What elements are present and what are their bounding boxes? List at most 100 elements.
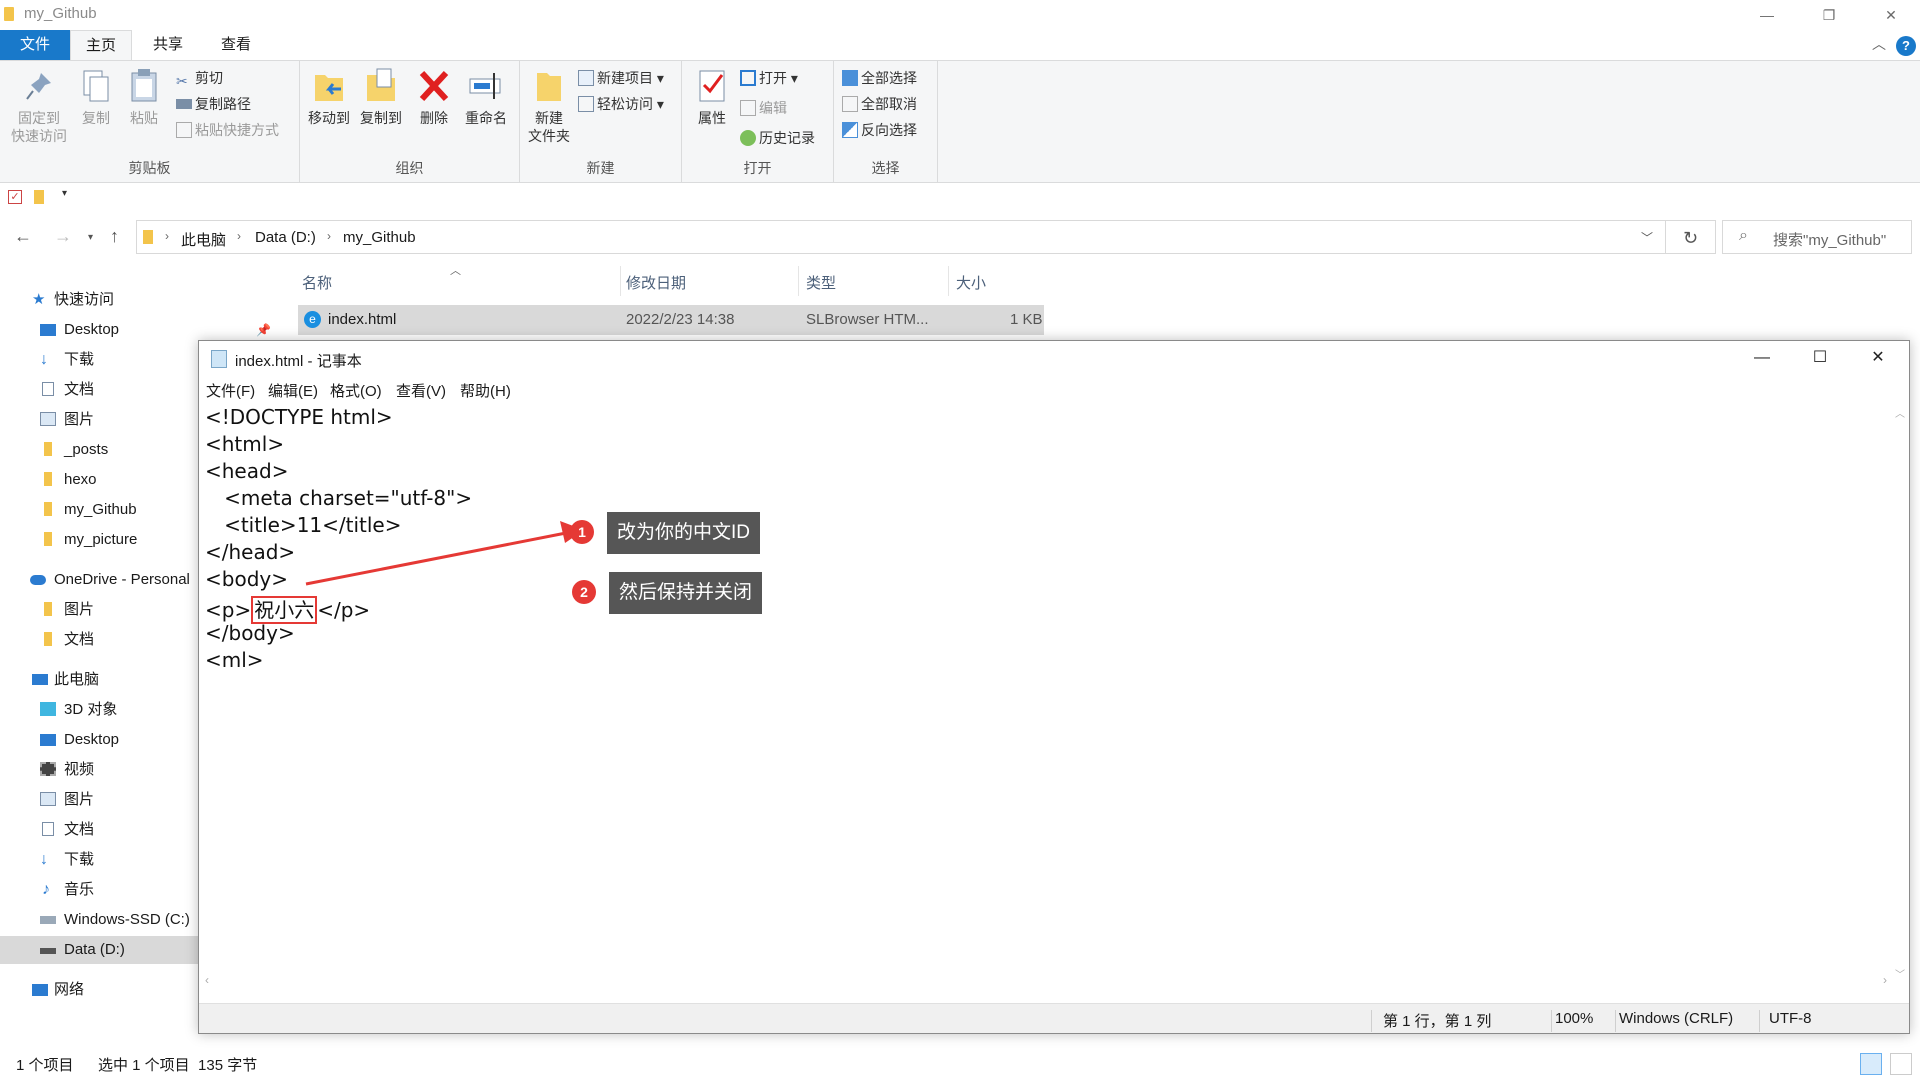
nav-videos[interactable]: 视频 [0, 756, 198, 784]
delete-x-icon [419, 70, 449, 102]
paste-shortcut-button[interactable]: 粘贴快捷方式 [176, 119, 279, 141]
nav-item-my-github[interactable]: my_Github [0, 496, 198, 524]
nav-pc-documents[interactable]: 文档 [0, 816, 198, 844]
column-name[interactable]: 名称 [302, 272, 332, 293]
notepad-close-button[interactable]: ✕ [1849, 341, 1907, 375]
scroll-left-icon[interactable]: ‹ [205, 973, 209, 987]
select-none-icon [842, 96, 858, 112]
restore-button[interactable]: ❐ [1806, 0, 1852, 30]
move-to-button[interactable]: 移动到 [304, 67, 354, 127]
collapse-ribbon-icon[interactable]: ︿ [1872, 34, 1886, 54]
nav-this-pc[interactable]: 此电脑 [0, 666, 198, 694]
nav-item-desktop[interactable]: Desktop 📌 [0, 316, 271, 344]
nav-drive-d[interactable]: Data (D:) [0, 936, 198, 964]
breadcrumb-my-github[interactable]: my_Github [343, 229, 416, 246]
column-type[interactable]: 类型 [806, 272, 836, 293]
menu-view[interactable]: 查看(V) [396, 380, 446, 401]
column-divider[interactable] [798, 266, 799, 296]
open-button[interactable]: 打开 ▾ [740, 67, 798, 89]
column-date[interactable]: 修改日期 [626, 272, 686, 293]
select-none-label: 全部取消 [861, 96, 917, 112]
new-item-button[interactable]: 新建项目 ▾ [578, 67, 664, 89]
nav-item-hexo[interactable]: hexo [0, 466, 198, 494]
selection-info: 选中 1 个项目 135 字节 [98, 1057, 258, 1074]
refresh-button[interactable]: ↻ [1666, 220, 1716, 254]
delete-button[interactable]: 删除 [414, 67, 454, 127]
annotation-callout-2: 然后保持并关闭 [609, 572, 763, 614]
back-arrow-icon[interactable]: ← [14, 226, 32, 247]
recent-locations-icon[interactable]: ▾ [88, 232, 93, 243]
edit-button[interactable]: 编辑 [740, 97, 787, 119]
address-bar[interactable]: › 此电脑 › Data (D:) › my_Github ﹀ [136, 220, 1666, 254]
cut-button[interactable]: ✂ 剪切 [176, 67, 223, 89]
copy-path-button[interactable]: 复制路径 [176, 93, 251, 115]
notepad-minimize-button[interactable]: — [1733, 341, 1791, 375]
nav-onedrive[interactable]: OneDrive - Personal [0, 566, 198, 594]
nav-pc-downloads[interactable]: ↓ 下载 [0, 846, 198, 874]
copy-to-button[interactable]: 复制到 [356, 67, 406, 127]
invert-selection-button[interactable]: 反向选择 [842, 119, 917, 141]
nav-3d-objects[interactable]: 3D 对象 [0, 696, 198, 724]
column-size[interactable]: 大小 [956, 272, 986, 293]
tab-home[interactable]: 主页 [70, 30, 132, 60]
forward-arrow-icon[interactable]: → [54, 226, 72, 247]
nav-network[interactable]: 网络 [0, 976, 198, 1004]
column-divider[interactable] [620, 266, 621, 296]
nav-item-pictures[interactable]: 图片 [0, 406, 198, 434]
nav-music[interactable]: ♪ 音乐 [0, 876, 198, 904]
notepad-maximize-button[interactable]: ☐ [1791, 341, 1849, 375]
paste-button[interactable]: 粘贴 [122, 67, 166, 127]
scroll-right-icon[interactable]: › [1883, 973, 1887, 987]
group-organize: 移动到 复制到 删除 重命名 组织 [300, 61, 520, 182]
select-all-button[interactable]: 全部选择 [842, 67, 917, 89]
nav-pc-desktop[interactable]: Desktop [0, 726, 198, 754]
up-arrow-icon[interactable]: ↑ [110, 226, 119, 247]
nav-item-posts[interactable]: _posts [0, 436, 198, 464]
column-divider[interactable] [948, 266, 949, 296]
details-view-icon[interactable] [1860, 1053, 1882, 1075]
nav-item-downloads[interactable]: ↓ 下载 [0, 346, 198, 374]
properties-check-icon[interactable]: ✓ [8, 190, 22, 204]
menu-file[interactable]: 文件(F) [206, 380, 255, 401]
breadcrumb-this-pc[interactable]: 此电脑 [181, 229, 226, 250]
tab-file[interactable]: 文件 [0, 30, 70, 60]
properties-button[interactable]: 属性 [692, 67, 732, 127]
invert-selection-label: 反向选择 [861, 122, 917, 138]
address-dropdown-icon[interactable]: ﹀ [1641, 229, 1653, 246]
menu-help[interactable]: 帮助(H) [460, 380, 511, 401]
select-none-button[interactable]: 全部取消 [842, 93, 917, 115]
menu-edit[interactable]: 编辑(E) [268, 380, 318, 401]
scroll-up-icon[interactable]: ︿ [1895, 405, 1905, 420]
vertical-scrollbar[interactable]: ︿ ﹀ [1891, 403, 1909, 983]
scroll-down-icon[interactable]: ﹀ [1895, 966, 1905, 981]
menu-format[interactable]: 格式(O) [330, 380, 382, 401]
nav-item-my-picture[interactable]: my_picture [0, 526, 198, 554]
history-button[interactable]: 历史记录 [740, 127, 815, 149]
large-icons-view-icon[interactable] [1890, 1053, 1912, 1075]
nav-quick-access[interactable]: ★ 快速访问 [0, 286, 198, 314]
tab-share[interactable]: 共享 [140, 30, 196, 60]
horizontal-scrollbar[interactable]: ‹ › [199, 973, 1893, 991]
file-row[interactable]: e index.html 2022/2/23 14:38 SLBrowser H… [298, 305, 1044, 335]
easy-access-button[interactable]: 轻松访问 ▾ [578, 93, 664, 115]
nav-item-documents[interactable]: 文档 [0, 376, 198, 404]
notepad-title-bar[interactable]: index.html - 记事本 — ☐ ✕ [199, 341, 1909, 375]
search-box[interactable]: ⌕ 搜索"my_Github" [1722, 220, 1912, 254]
nav-drive-c[interactable]: Windows-SSD (C:) [0, 906, 198, 934]
pin-quick-access-button[interactable]: 固定到 快速访问 [8, 67, 70, 145]
close-button[interactable]: ✕ [1868, 0, 1914, 30]
new-folder-qat-icon[interactable] [34, 190, 44, 204]
notepad-text-area[interactable]: <!DOCTYPE html> <html> <head> <meta char… [199, 403, 1899, 971]
nav-pc-pictures[interactable]: 图片 [0, 786, 198, 814]
tab-view[interactable]: 查看 [208, 30, 264, 60]
copy-button[interactable]: 复制 [74, 67, 118, 127]
nav-onedrive-pictures[interactable]: 图片 [0, 596, 198, 624]
new-item-label: 新建项目 [597, 70, 653, 86]
rename-button[interactable]: 重命名 [460, 67, 512, 127]
customize-qat-icon[interactable]: ▾ [62, 188, 67, 199]
nav-onedrive-documents[interactable]: 文档 [0, 626, 198, 654]
new-folder-button[interactable]: 新建 文件夹 [524, 67, 574, 145]
help-icon[interactable]: ? [1896, 36, 1916, 56]
breadcrumb-data-d[interactable]: Data (D:) [255, 229, 316, 246]
minimize-button[interactable]: — [1744, 0, 1790, 30]
